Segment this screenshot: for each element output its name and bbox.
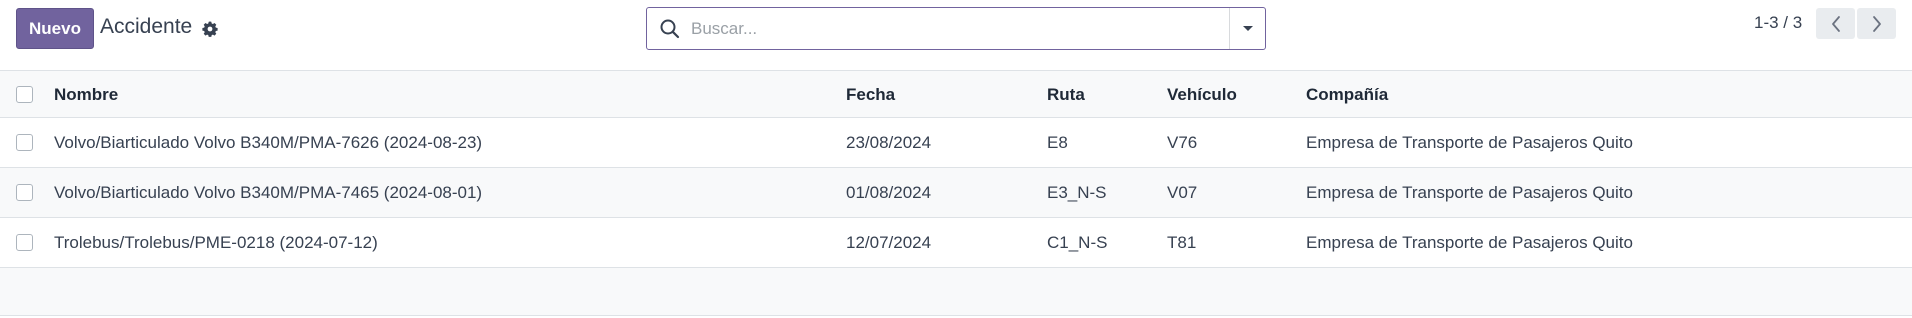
cell-name: Volvo/Biarticulado Volvo B340M/PMA-7465 … bbox=[54, 183, 483, 202]
cell-company: Empresa de Transporte de Pasajeros Quito bbox=[1306, 233, 1633, 252]
select-all-checkbox[interactable] bbox=[16, 86, 33, 103]
cell-route: C1_N-S bbox=[1047, 233, 1108, 252]
cell-company: Empresa de Transporte de Pasajeros Quito bbox=[1306, 183, 1633, 202]
cell-company: Empresa de Transporte de Pasajeros Quito bbox=[1306, 133, 1633, 152]
column-header-name[interactable]: Nombre bbox=[54, 85, 118, 105]
cell-vehicle: V76 bbox=[1167, 133, 1198, 152]
table-footer-filler bbox=[0, 268, 1912, 316]
table-row[interactable]: Trolebus/Trolebus/PME-0218 (2024-07-12) … bbox=[0, 218, 1912, 268]
cell-date: 23/08/2024 bbox=[846, 133, 932, 152]
cell-date: 01/08/2024 bbox=[846, 183, 932, 202]
cell-vehicle: V07 bbox=[1167, 183, 1198, 202]
row-checkbox[interactable] bbox=[16, 234, 33, 251]
table-row[interactable]: Volvo/Biarticulado Volvo B340M/PMA-7626 … bbox=[0, 118, 1912, 168]
search-icon bbox=[659, 18, 681, 40]
control-panel: Nuevo Accidente 1-3 / 3 bbox=[0, 0, 1912, 70]
cell-vehicle: T81 bbox=[1167, 233, 1197, 252]
caret-down-icon bbox=[1242, 25, 1253, 31]
column-header-company[interactable]: Compañía bbox=[1306, 85, 1388, 105]
chevron-left-icon bbox=[1831, 15, 1840, 32]
pager-value[interactable]: 1-3 / 3 bbox=[1754, 13, 1802, 33]
column-header-route[interactable]: Ruta bbox=[1047, 85, 1085, 105]
row-checkbox[interactable] bbox=[16, 134, 33, 151]
new-button[interactable]: Nuevo bbox=[16, 8, 94, 49]
column-header-date[interactable]: Fecha bbox=[846, 85, 895, 105]
search-options-toggle[interactable] bbox=[1229, 8, 1265, 49]
pager-previous-button[interactable] bbox=[1816, 8, 1855, 39]
search-input[interactable] bbox=[691, 12, 1231, 45]
search-box bbox=[646, 7, 1266, 50]
table-row[interactable]: Volvo/Biarticulado Volvo B340M/PMA-7465 … bbox=[0, 168, 1912, 218]
list-table: Nombre Fecha Ruta Vehículo Compañía Volv… bbox=[0, 70, 1912, 316]
cell-name: Volvo/Biarticulado Volvo B340M/PMA-7626 … bbox=[54, 133, 483, 152]
row-checkbox[interactable] bbox=[16, 184, 33, 201]
gear-icon[interactable] bbox=[201, 20, 219, 38]
cell-name: Trolebus/Trolebus/PME-0218 (2024-07-12) bbox=[54, 233, 378, 252]
table-header: Nombre Fecha Ruta Vehículo Compañía bbox=[0, 70, 1912, 118]
page-title: Accidente bbox=[100, 15, 193, 38]
cell-date: 12/07/2024 bbox=[846, 233, 932, 252]
column-header-vehicle[interactable]: Vehículo bbox=[1167, 85, 1237, 105]
pager-next-button[interactable] bbox=[1857, 8, 1896, 39]
cell-route: E8 bbox=[1047, 133, 1068, 152]
chevron-right-icon bbox=[1872, 15, 1881, 32]
cell-route: E3_N-S bbox=[1047, 183, 1107, 202]
